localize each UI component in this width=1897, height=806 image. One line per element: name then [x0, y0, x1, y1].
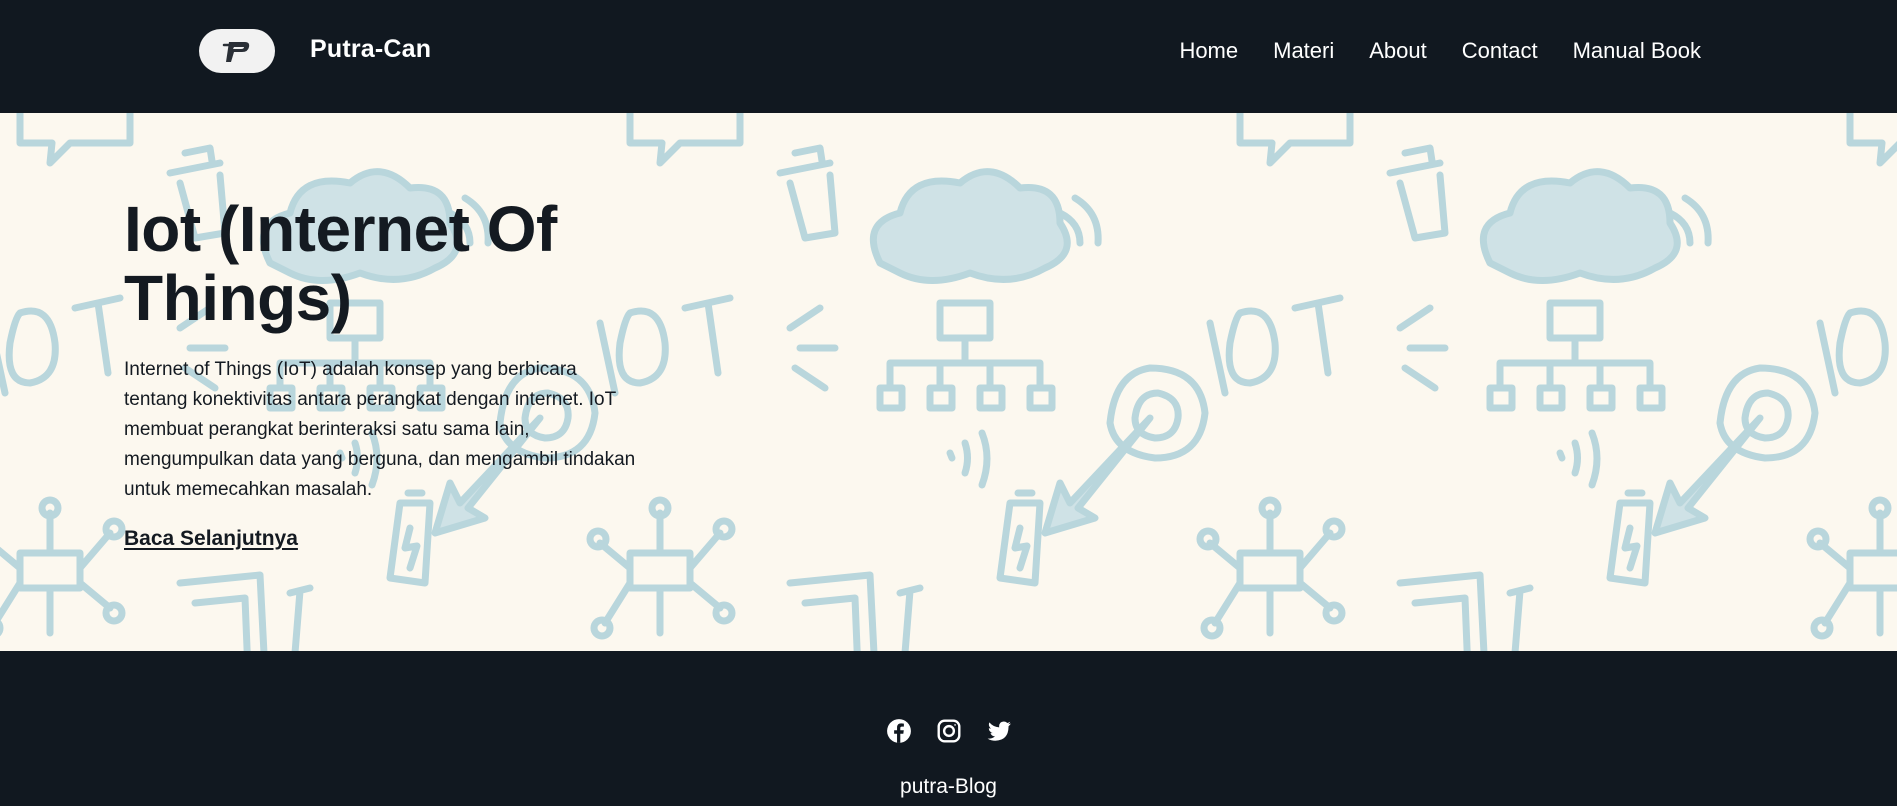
main-nav: Home Materi About Contact Manual Book [1179, 38, 1701, 64]
brand-name[interactable]: Putra-Can [310, 35, 431, 64]
instagram-icon [937, 719, 960, 743]
hero-paragraph: Internet of Things (IoT) adalah konsep y… [124, 359, 636, 500]
p-logo-icon [222, 42, 250, 62]
nav-about[interactable]: About [1369, 38, 1427, 64]
nav-manual-book[interactable]: Manual Book [1573, 38, 1701, 64]
hero-content: Iot (Internet Of Things) Internet of Thi… [124, 195, 684, 551]
facebook-link[interactable] [886, 718, 912, 744]
nav-contact[interactable]: Contact [1462, 38, 1538, 64]
site-header: Putra-Can Home Materi About Contact Manu… [0, 0, 1897, 113]
hero-section: Iot (Internet Of Things) Internet of Thi… [0, 113, 1897, 651]
footer-text: putra-Blog [900, 775, 997, 798]
hero-title: Iot (Internet Of Things) [124, 193, 557, 334]
site-footer: putra-Blog [0, 651, 1897, 806]
nav-materi[interactable]: Materi [1273, 38, 1334, 64]
facebook-icon [886, 719, 911, 743]
instagram-link[interactable] [936, 718, 962, 744]
logo[interactable] [199, 29, 275, 73]
twitter-icon [987, 721, 1011, 741]
twitter-link[interactable] [986, 718, 1012, 744]
nav-home[interactable]: Home [1179, 38, 1238, 64]
social-links [0, 718, 1897, 744]
read-more-link[interactable]: Baca Selanjutnya [124, 527, 298, 551]
